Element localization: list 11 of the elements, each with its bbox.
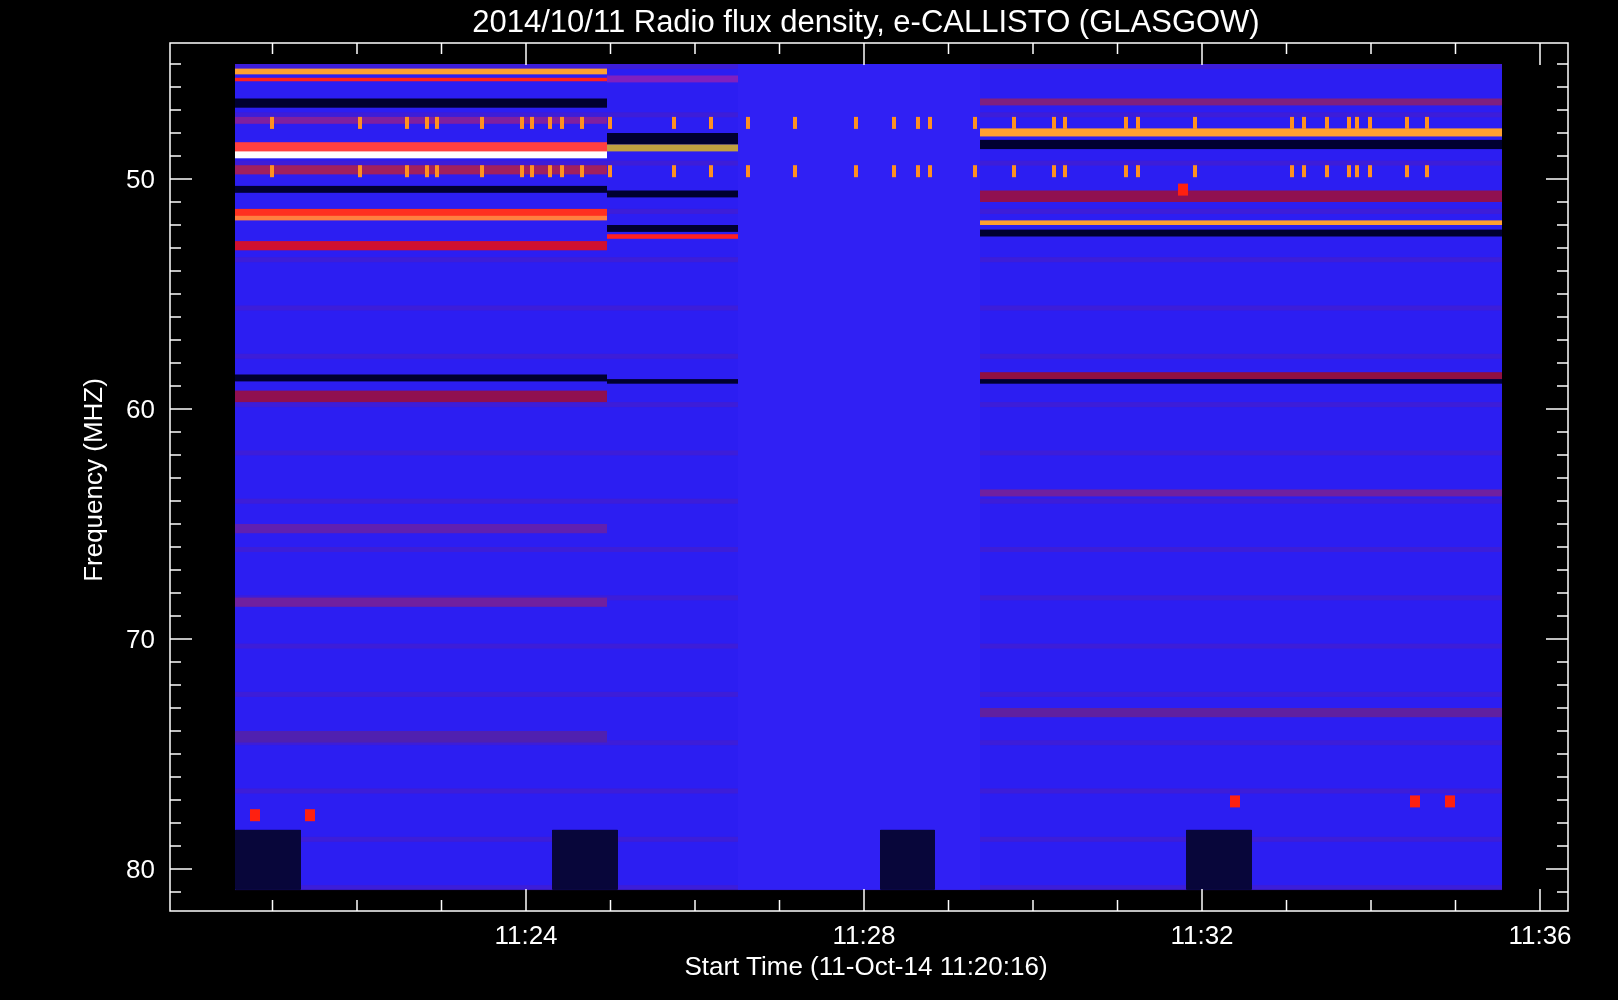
axis-tick-label: 50 <box>126 164 155 194</box>
chart-title: 2014/10/11 Radio flux density, e-CALLISTO (GLASGOW) <box>472 4 1260 39</box>
axis-tick-label: 11:36 <box>1508 920 1572 950</box>
axis-tick-label: 11:24 <box>494 920 558 950</box>
axis-tick-label: 60 <box>126 394 155 424</box>
axis-title: Start Time (11-Oct-14 11:20:16) <box>684 951 1048 981</box>
axis-tick-label: 70 <box>126 624 155 654</box>
axis-title: Frequency (MHZ) <box>78 378 108 582</box>
axis-tick-label: 80 <box>126 854 155 884</box>
axis-tick-label: 11:32 <box>1170 920 1234 950</box>
axis-tick-label: 11:28 <box>832 920 896 950</box>
